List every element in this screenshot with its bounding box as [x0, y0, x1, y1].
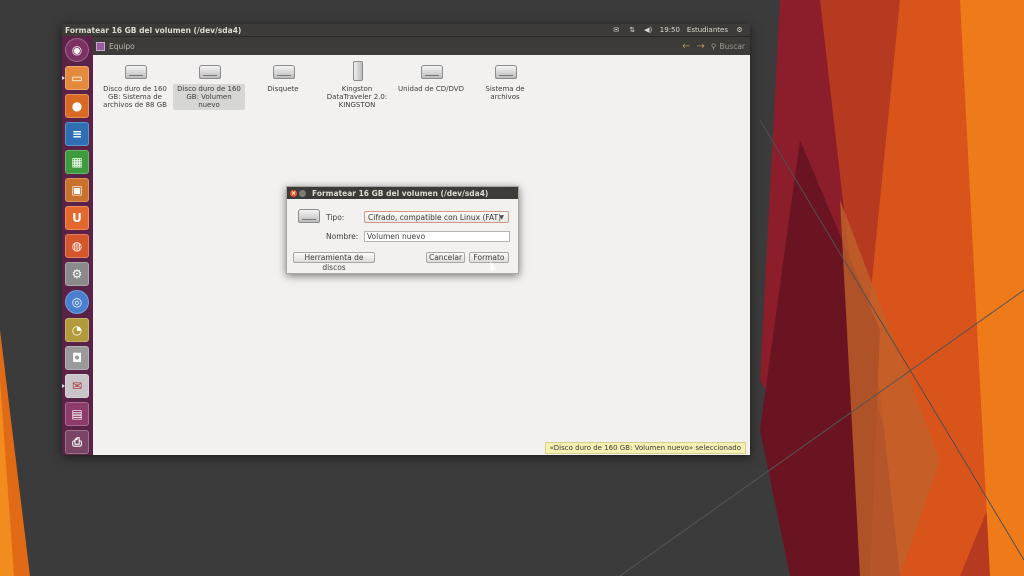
gear-icon[interactable]: ⚙ — [735, 26, 744, 35]
running-indicator — [62, 384, 65, 388]
file-manager-toolbar: Equipo ← → ⚲ Buscar — [62, 36, 750, 56]
close-icon[interactable]: × — [290, 189, 297, 197]
dialog-titlebar: × Formatear 16 GB del volumen (/dev/sda4… — [287, 187, 518, 199]
location-label: Equipo — [109, 42, 135, 51]
device-label: Disquete — [267, 85, 299, 93]
type-value: Cifrado, compatible con Linux (FAT) — [368, 213, 502, 222]
window-title: Formatear 16 GB del volumen (/dev/sda4) — [65, 25, 242, 35]
presentation-icon[interactable]: ▤ — [65, 402, 89, 426]
device-label: Kingston DataTraveler 2.0: KINGSTON — [326, 85, 388, 109]
device-label: Disco duro de 160 GB: Volumen nuevo — [173, 84, 245, 110]
running-indicator — [62, 76, 65, 80]
disk-tool-button[interactable]: Herramienta de discos — [293, 252, 375, 272]
files-icon[interactable]: ▭ — [65, 66, 89, 90]
cancel-button[interactable]: Cancelar — [426, 252, 465, 263]
cdrom-icon — [420, 61, 443, 79]
volume-icon[interactable]: ◀) — [644, 26, 653, 35]
search-label: Buscar — [719, 42, 745, 51]
usb-icon — [346, 61, 368, 81]
hdd-icon — [124, 61, 147, 79]
device-item[interactable]: Kingston DataTraveler 2.0: KINGSTON — [321, 61, 393, 110]
settings-icon[interactable]: ⚙ — [65, 262, 89, 286]
ubuntu-one-icon[interactable]: U — [65, 206, 89, 230]
status-bar: «Disco duro de 160 GB: Volumen nuevo» se… — [544, 442, 746, 454]
name-input[interactable]: Volumen nuevo — [364, 231, 510, 242]
device-item[interactable]: Unidad de CD/DVD — [395, 61, 467, 94]
drive-icon — [298, 208, 320, 223]
forward-arrow-icon[interactable]: → — [697, 41, 705, 52]
device-item[interactable]: Disquete — [247, 61, 319, 94]
floppy-icon — [272, 61, 295, 79]
calc-icon[interactable]: ▦ — [65, 150, 89, 174]
impress-icon[interactable]: ▣ — [65, 178, 89, 202]
type-label: Tipo: — [326, 213, 345, 222]
dialog-title: Formatear 16 GB del volumen (/dev/sda4) — [312, 188, 489, 198]
firefox-icon[interactable]: ● — [65, 94, 89, 118]
device-item[interactable]: Sistema de archivos — [469, 61, 541, 102]
hdd-icon — [198, 61, 221, 79]
clock[interactable]: 19:50 — [660, 26, 680, 34]
screenshot-icon[interactable]: ◘ — [65, 346, 89, 370]
device-label: Disco duro de 160 GB: Sistema de archivo… — [103, 85, 167, 109]
disk-usage-icon[interactable]: ◔ — [65, 318, 89, 342]
filesystem-icon — [494, 61, 517, 79]
back-arrow-icon[interactable]: ← — [682, 41, 690, 52]
device-item[interactable]: Disco duro de 160 GB: Volumen nuevo — [173, 61, 245, 110]
user-menu[interactable]: Estudiantes — [687, 26, 728, 34]
system-tray: ✉ ⇅ ◀) 19:50 Estudiantes ⚙ — [612, 26, 744, 35]
chevron-down-icon: ▼ — [499, 214, 504, 221]
chrome-icon[interactable]: ◎ — [65, 290, 89, 314]
format-dialog: × Formatear 16 GB del volumen (/dev/sda4… — [286, 186, 519, 274]
top-panel: Formatear 16 GB del volumen (/dev/sda4) … — [62, 24, 750, 36]
device-grid: Disco duro de 160 GB: Sistema de archivo… — [99, 55, 749, 135]
search-button[interactable]: ⚲ Buscar — [711, 42, 745, 51]
location-breadcrumb[interactable]: Equipo — [96, 42, 135, 51]
device-item[interactable]: Disco duro de 160 GB: Sistema de archivo… — [99, 61, 171, 110]
device-label: Unidad de CD/DVD — [398, 85, 464, 93]
type-select[interactable]: Cifrado, compatible con Linux (FAT) ▼ — [364, 211, 509, 223]
device-label: Sistema de archivos — [485, 85, 525, 101]
mail-icon[interactable]: ✉ — [65, 374, 89, 398]
minimize-icon[interactable] — [299, 189, 306, 197]
dash-icon[interactable]: ◉ — [65, 38, 89, 62]
search-icon: ⚲ — [710, 42, 717, 51]
dialog-body: Tipo: Cifrado, compatible con Linux (FAT… — [287, 199, 518, 273]
mail-indicator-icon[interactable]: ✉ — [612, 26, 621, 35]
computer-icon — [96, 42, 105, 51]
unity-launcher: ◉ ▭ ● ≡ ▦ ▣ U ◍ ⚙ ◎ ◔ ◘ ✉ ▤ ⎙ — [62, 36, 93, 455]
writer-icon[interactable]: ≡ — [65, 122, 89, 146]
name-label: Nombre: — [326, 232, 359, 241]
software-center-icon[interactable]: ◍ — [65, 234, 89, 258]
printer-icon[interactable]: ⎙ — [65, 430, 89, 454]
network-icon[interactable]: ⇅ — [628, 26, 637, 35]
